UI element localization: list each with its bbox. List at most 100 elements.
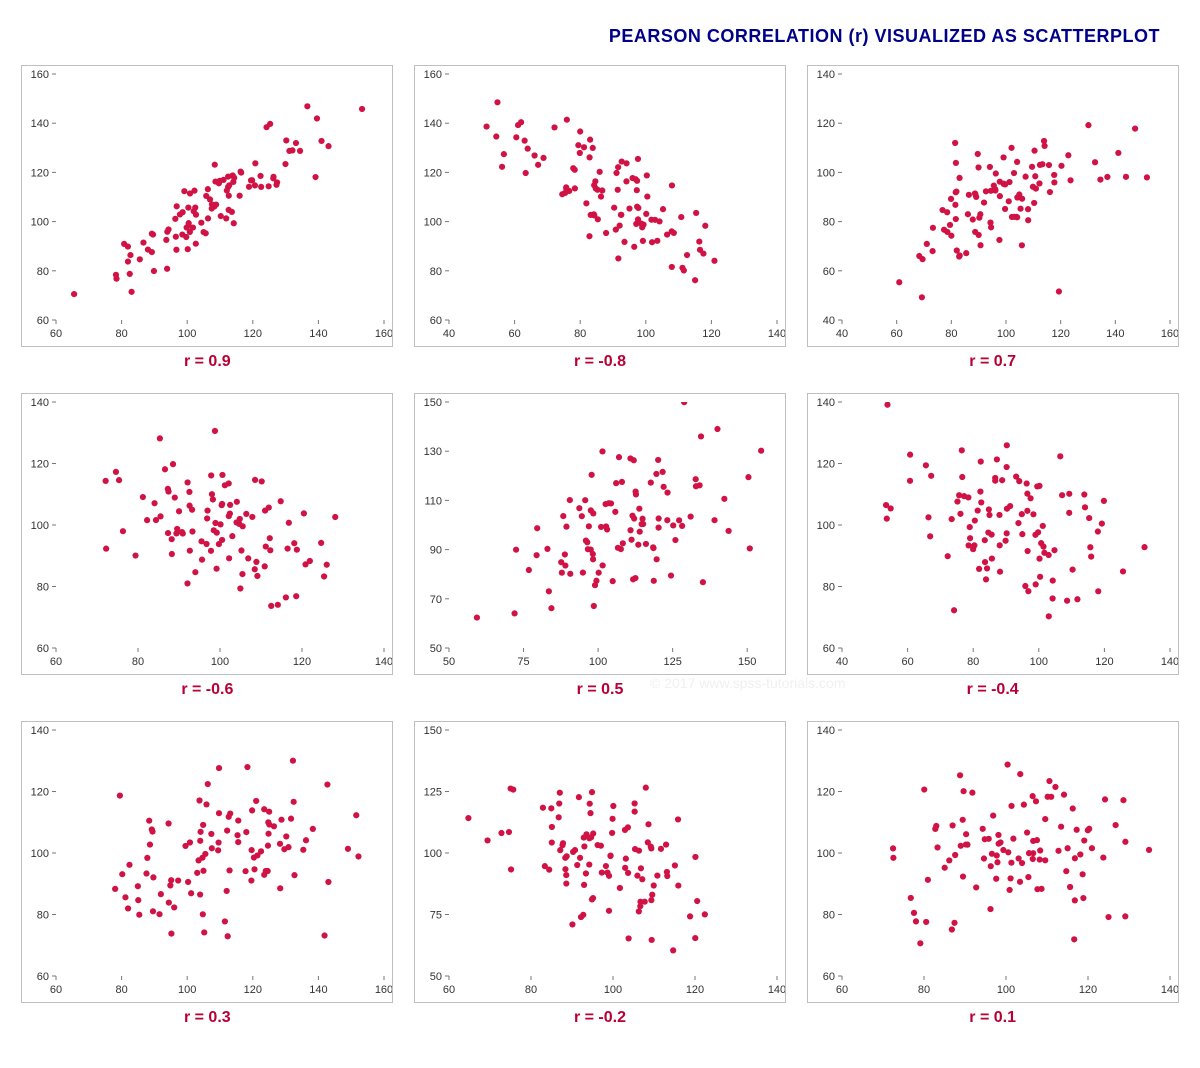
data-point	[235, 839, 241, 845]
data-point	[1052, 784, 1058, 790]
data-point	[619, 158, 625, 164]
y-tick-label: 70	[430, 594, 442, 606]
x-tick-label: 100	[178, 984, 196, 996]
x-tick-label: 120	[293, 656, 311, 668]
data-point	[688, 514, 694, 520]
data-point	[144, 870, 150, 876]
data-point	[1073, 827, 1079, 833]
x-tick-label: 80	[945, 328, 957, 340]
y-tick-label: 160	[424, 69, 442, 81]
data-point	[268, 547, 274, 553]
x-tick-label: 100	[178, 328, 196, 340]
data-point	[246, 184, 252, 190]
x-tick-label: 60	[890, 328, 902, 340]
data-point	[663, 841, 669, 847]
data-point	[612, 509, 618, 515]
data-point	[523, 170, 529, 176]
data-point	[1095, 588, 1101, 594]
data-point	[1080, 895, 1086, 901]
data-point	[168, 877, 174, 883]
data-point	[636, 908, 642, 914]
data-point	[158, 891, 164, 897]
data-point	[1037, 574, 1043, 580]
data-point	[644, 193, 650, 199]
data-point	[1037, 847, 1043, 853]
data-point	[781, 306, 786, 312]
data-point	[642, 899, 648, 905]
data-point	[592, 582, 598, 588]
data-point	[286, 520, 292, 526]
data-point	[587, 810, 593, 816]
data-point	[271, 175, 277, 181]
data-point	[693, 210, 699, 216]
data-point	[1036, 556, 1042, 562]
data-point	[946, 857, 952, 863]
x-tick-label: 140	[310, 984, 328, 996]
data-point	[1055, 288, 1061, 294]
x-tick-label: 80	[525, 984, 537, 996]
x-tick-label: 160	[1160, 328, 1178, 340]
data-point	[262, 508, 268, 514]
data-point	[193, 569, 199, 575]
data-point	[185, 879, 191, 885]
data-point	[782, 264, 786, 270]
data-point	[1044, 794, 1050, 800]
data-point	[560, 513, 566, 519]
data-point	[258, 184, 264, 190]
data-point	[987, 863, 993, 869]
data-point	[125, 905, 131, 911]
data-point	[129, 289, 135, 295]
data-point	[600, 562, 606, 568]
data-point	[577, 150, 583, 156]
data-point	[173, 216, 179, 222]
data-point	[967, 535, 973, 541]
data-point	[654, 238, 660, 244]
data-point	[944, 209, 950, 215]
data-point	[1055, 848, 1061, 854]
data-point	[212, 428, 218, 434]
data-point	[1061, 792, 1067, 798]
data-point	[196, 857, 202, 863]
data-point	[218, 521, 224, 527]
data-point	[645, 839, 651, 845]
data-point	[216, 810, 222, 816]
data-point	[205, 781, 211, 787]
data-point	[672, 537, 678, 543]
data-point	[165, 486, 171, 492]
data-point	[929, 225, 935, 231]
data-point	[237, 193, 243, 199]
data-point	[484, 837, 490, 843]
data-point	[227, 510, 233, 516]
data-point	[972, 229, 978, 235]
scatter-plot: 60801001201405075100125150	[414, 721, 786, 1003]
data-point	[973, 884, 979, 890]
data-point	[353, 812, 359, 818]
data-point	[637, 529, 643, 535]
data-point	[513, 547, 519, 553]
x-tick-label: 40	[836, 656, 848, 668]
data-point	[586, 861, 592, 867]
data-point	[168, 882, 174, 888]
panel-caption: r = -0.2	[574, 1009, 626, 1027]
data-point	[140, 494, 146, 500]
y-tick-label: 140	[816, 725, 834, 737]
data-point	[508, 866, 514, 872]
data-point	[632, 846, 638, 852]
data-point	[625, 935, 631, 941]
data-point	[681, 267, 687, 273]
data-point	[918, 294, 924, 300]
data-point	[1003, 530, 1009, 536]
data-point	[650, 544, 656, 550]
data-point	[277, 885, 283, 891]
data-point	[255, 573, 261, 579]
data-point	[249, 877, 255, 883]
data-point	[185, 580, 191, 586]
y-tick-label: 50	[430, 971, 442, 983]
data-point	[578, 914, 584, 920]
data-point	[1112, 822, 1118, 828]
data-point	[591, 212, 597, 218]
data-point	[1034, 886, 1040, 892]
x-tick-label: 60	[836, 984, 848, 996]
data-point	[598, 193, 604, 199]
data-point	[1020, 802, 1026, 808]
